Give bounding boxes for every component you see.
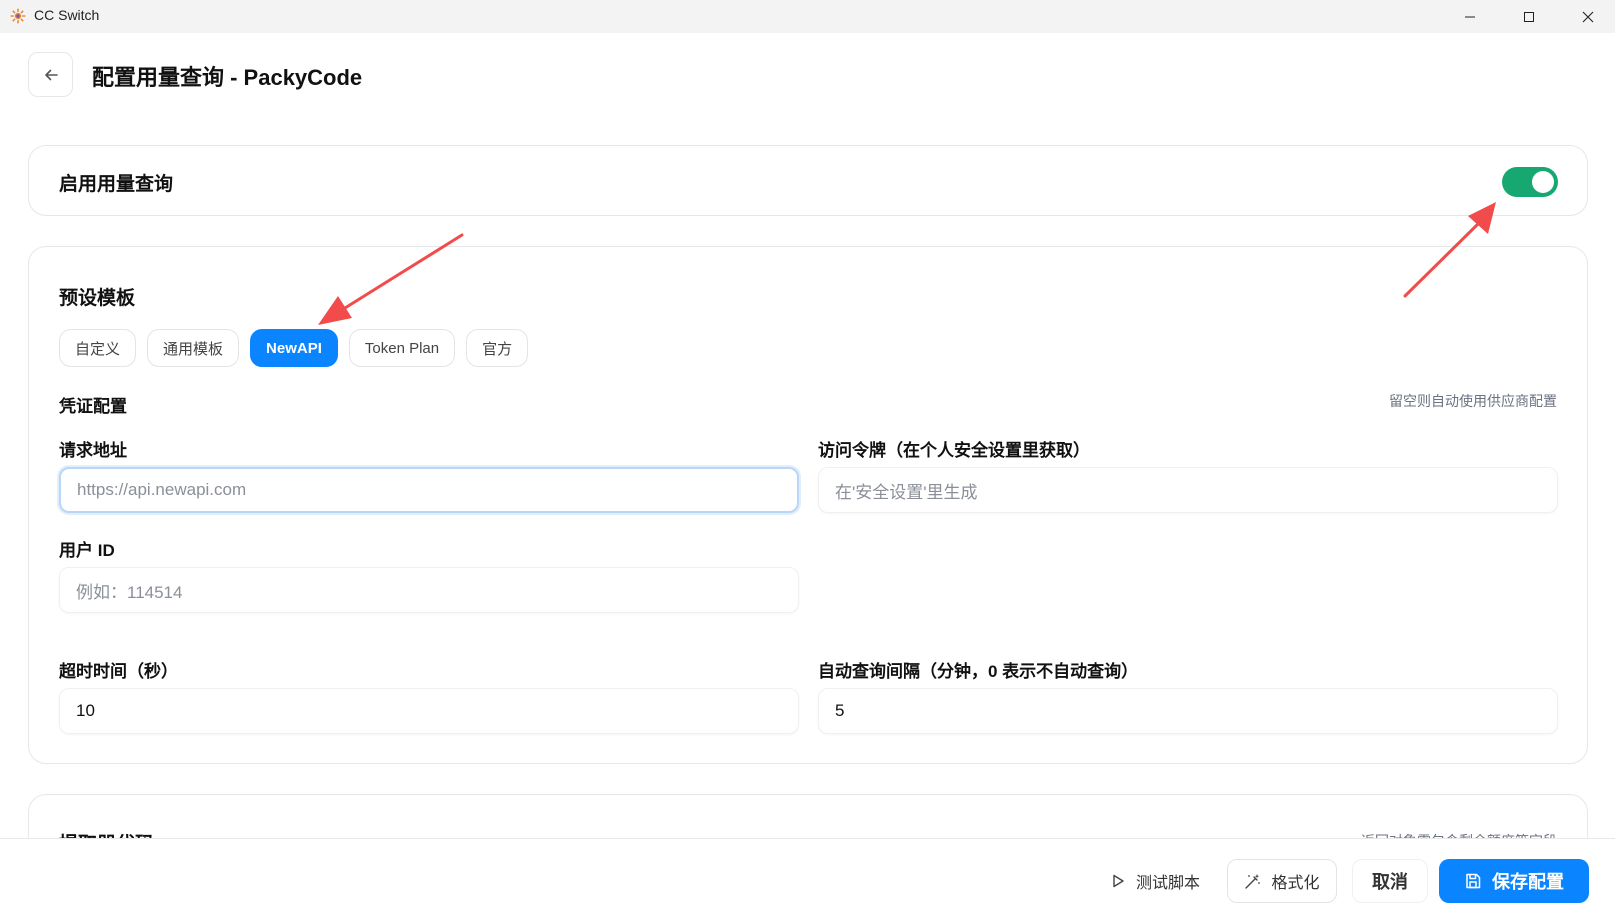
template-tabs: 自定义 通用模板 NewAPI Token Plan 官方 <box>59 329 529 367</box>
enable-usage-toggle[interactable] <box>1502 167 1558 197</box>
timeout-input[interactable]: 10 <box>59 688 799 734</box>
minimize-button[interactable] <box>1447 0 1493 33</box>
close-button[interactable] <box>1565 0 1611 33</box>
request-url-input[interactable]: https://api.newapi.com <box>59 467 799 513</box>
timeout-label: 超时时间（秒） <box>59 662 178 681</box>
arrow-left-icon <box>44 69 58 80</box>
access-token-label: 访问令牌（在个人安全设置里获取） <box>818 441 1090 460</box>
test-script-label: 测试脚本 <box>1135 875 1200 892</box>
template-token-plan-button[interactable]: Token Plan <box>348 329 456 367</box>
enable-usage-label: 启用用量查询 <box>59 174 174 195</box>
save-config-button[interactable]: 保存配置 <box>1439 859 1589 903</box>
magic-wand-icon <box>1245 873 1261 889</box>
test-script-button[interactable]: 测试脚本 <box>1100 859 1210 903</box>
template-generic-button[interactable]: 通用模板 <box>147 329 240 367</box>
user-id-input[interactable]: 例如：114514 <box>59 567 799 613</box>
page-title: 配置用量查询 - PackyCode <box>92 65 363 90</box>
template-config-card: 预设模板 自定义 通用模板 NewAPI Token Plan 官方 凭证配置 … <box>28 246 1588 764</box>
maximize-icon <box>1524 11 1534 22</box>
minimize-icon <box>1465 16 1475 17</box>
cancel-button[interactable]: 取消 <box>1352 859 1428 903</box>
maximize-button[interactable] <box>1506 0 1552 33</box>
request-url-label: 请求地址 <box>59 441 127 460</box>
save-config-label: 保存配置 <box>1492 872 1564 892</box>
app-title: CC Switch <box>34 7 100 23</box>
user-id-label: 用户 ID <box>59 541 115 560</box>
template-custom-button[interactable]: 自定义 <box>59 329 137 367</box>
format-button[interactable]: 格式化 <box>1227 859 1337 903</box>
format-label: 格式化 <box>1271 875 1320 892</box>
template-official-button[interactable]: 官方 <box>466 329 529 367</box>
toggle-knob <box>1532 171 1554 193</box>
preset-templates-title: 预设模板 <box>59 288 136 309</box>
close-icon <box>1582 11 1594 22</box>
sun-logo-icon <box>10 8 26 24</box>
template-newapi-button[interactable]: NewAPI <box>250 329 338 367</box>
back-button[interactable] <box>28 52 73 97</box>
access-token-input[interactable]: 在'安全设置'里生成 <box>818 467 1558 513</box>
play-icon <box>1113 874 1124 888</box>
save-icon <box>1466 873 1481 889</box>
app-window: CC Switch 配置用量查询 - PackyCode 启用用量查询 预设模板… <box>0 0 1615 920</box>
credentials-hint: 留空则自动使用供应商配置 <box>1389 393 1557 409</box>
footer-bar: 测试脚本 格式化 取消 保存配置 <box>0 838 1615 920</box>
credentials-title: 凭证配置 <box>59 397 127 416</box>
title-bar: CC Switch <box>0 0 1615 33</box>
auto-query-interval-label: 自动查询间隔（分钟，0 表示不自动查询） <box>818 662 1139 681</box>
enable-usage-card: 启用用量查询 <box>28 145 1588 216</box>
auto-query-interval-input[interactable]: 5 <box>818 688 1558 734</box>
